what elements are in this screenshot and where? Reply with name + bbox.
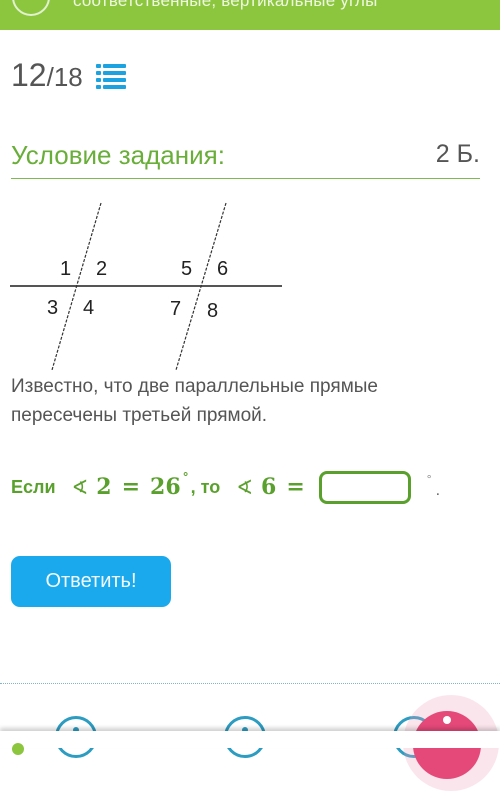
question-line: Если ∢ 2 = 26 ° , то ∢ 6 = ° . bbox=[11, 470, 440, 504]
section-divider bbox=[11, 178, 480, 179]
angle-label-1: 1 bbox=[60, 258, 71, 280]
list-icon[interactable] bbox=[96, 64, 126, 90]
angle-label-7: 7 bbox=[170, 298, 181, 320]
angle-label-2: 2 bbox=[96, 258, 107, 280]
equals-sign: = bbox=[121, 474, 141, 500]
top-app-bar: соответственные, вертикальные углы bbox=[0, 0, 500, 30]
question-counter: 12 / 18 bbox=[11, 58, 83, 92]
answer-degree-sign: ° bbox=[426, 472, 432, 486]
status-dot-icon bbox=[12, 743, 24, 755]
counter-separator: / bbox=[46, 62, 54, 92]
topic-title: соответственные, вертикальные углы bbox=[73, 0, 378, 10]
angle-label-8: 8 bbox=[207, 300, 218, 322]
then-word: , то bbox=[190, 476, 221, 497]
equals-sign: = bbox=[286, 474, 305, 500]
footer-divider bbox=[0, 683, 500, 684]
angle-label-5: 5 bbox=[181, 258, 192, 280]
angle-label-4: 4 bbox=[83, 297, 94, 319]
total-questions: 18 bbox=[53, 62, 83, 92]
back-circle-icon[interactable] bbox=[12, 0, 50, 16]
angle-symbol-icon: ∢ bbox=[236, 475, 254, 499]
trailing-period: . bbox=[435, 482, 441, 499]
target-angle-number: 6 bbox=[261, 474, 277, 500]
bottom-sheet[interactable] bbox=[0, 731, 500, 755]
angle-symbol-icon: ∢ bbox=[71, 475, 89, 499]
points-value: 2 Б. bbox=[435, 140, 480, 168]
parallel-lines-diagram: 1 2 3 4 5 6 7 8 bbox=[10, 202, 282, 370]
submit-answer-button[interactable]: Ответить! bbox=[11, 556, 171, 607]
angle-label-3: 3 bbox=[47, 297, 58, 319]
given-angle-number: 2 bbox=[96, 474, 112, 500]
angle-label-6: 6 bbox=[217, 258, 228, 280]
problem-statement: Известно, что две параллельные прямые пе… bbox=[11, 376, 378, 426]
answer-input[interactable] bbox=[318, 470, 411, 504]
fab-glyph-icon bbox=[443, 716, 451, 724]
current-question-number: 12 bbox=[11, 57, 47, 93]
given-angle-value: 26 bbox=[150, 474, 181, 500]
degree-sign: ° bbox=[182, 470, 189, 484]
section-title: Условие задания: bbox=[11, 140, 225, 170]
if-word: Если bbox=[11, 476, 56, 497]
